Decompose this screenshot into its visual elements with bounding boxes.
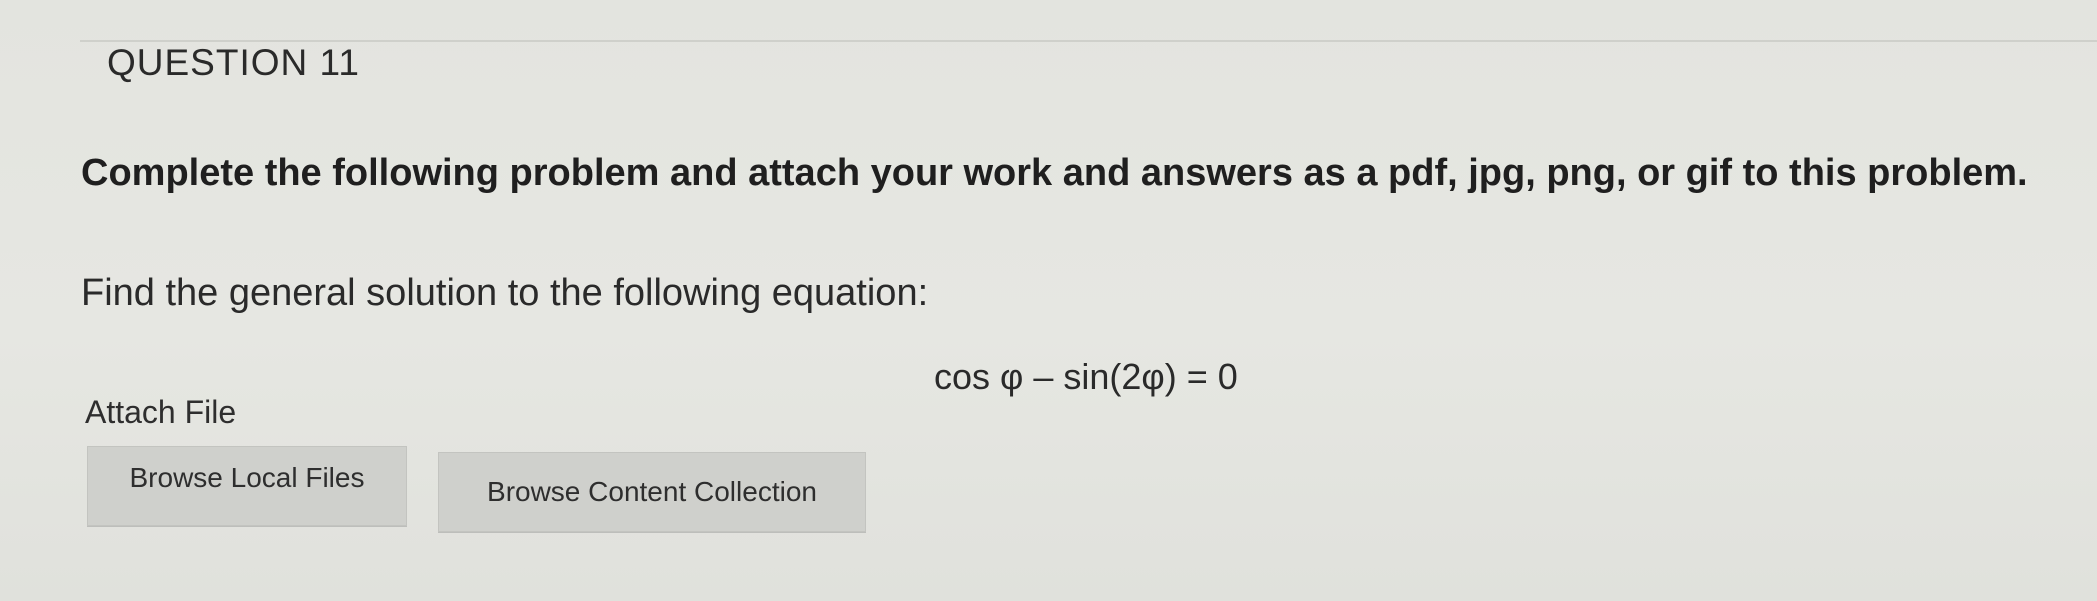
question-title: QUESTION 11 (107, 42, 360, 83)
problem-instructions: Complete the following problem and attac… (81, 152, 2028, 194)
browse-local-files-button[interactable]: Browse Local Files (87, 446, 407, 526)
problem-prompt: Find the general solution to the followi… (81, 272, 929, 314)
top-divider (80, 40, 2097, 42)
browse-content-collection-button[interactable]: Browse Content Collection (438, 452, 866, 532)
attach-file-label: Attach File (85, 394, 237, 430)
equation: cos φ – sin(2φ) = 0 (934, 356, 1238, 397)
